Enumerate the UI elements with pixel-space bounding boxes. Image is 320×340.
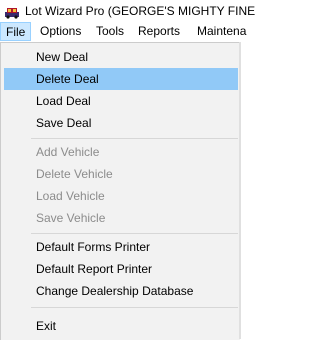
menu-item-delete-deal[interactable]: Delete Deal xyxy=(4,68,238,90)
background-window-edge xyxy=(239,42,241,339)
menu-options[interactable]: Options xyxy=(35,22,86,41)
title-bar: Lot Wizard Pro (GEORGE'S MIGHTY FINE xyxy=(0,0,255,22)
menu-item-save-vehicle[interactable]: Save Vehicle xyxy=(4,207,238,229)
menu-item-new-deal[interactable]: New Deal xyxy=(4,46,238,68)
menu-separator xyxy=(31,138,238,139)
menu-item-exit[interactable]: Exit xyxy=(4,315,238,337)
menu-item-add-vehicle[interactable]: Add Vehicle xyxy=(4,141,238,163)
menu-tools[interactable]: Tools xyxy=(91,22,129,41)
menu-item-default-report-printer[interactable]: Default Report Printer xyxy=(4,258,238,280)
menu-item-load-vehicle[interactable]: Load Vehicle xyxy=(4,185,238,207)
menu-separator xyxy=(31,233,238,234)
menu-file[interactable]: File xyxy=(0,22,32,41)
menu-item-load-deal[interactable]: Load Deal xyxy=(4,90,238,112)
menu-item-default-forms-printer[interactable]: Default Forms Printer xyxy=(4,236,238,258)
menu-reports[interactable]: Reports xyxy=(133,22,185,41)
menu-item-change-dealership-database[interactable]: Change Dealership Database xyxy=(4,280,238,302)
menu-separator xyxy=(31,307,238,308)
menu-maintenance[interactable]: Maintena xyxy=(192,22,251,41)
menu-item-delete-vehicle[interactable]: Delete Vehicle xyxy=(4,163,238,185)
window-title: Lot Wizard Pro (GEORGE'S MIGHTY FINE xyxy=(25,4,256,18)
file-dropdown-menu: New Deal Delete Deal Load Deal Save Deal… xyxy=(0,42,240,340)
car-app-icon[interactable] xyxy=(4,3,20,19)
menu-item-save-deal[interactable]: Save Deal xyxy=(4,112,238,134)
menu-bar: File Options Tools Reports Maintena xyxy=(0,22,246,42)
